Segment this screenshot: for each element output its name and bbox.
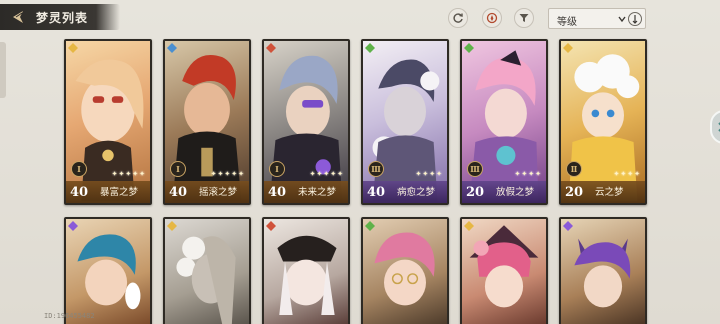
card-level: 40 <box>70 185 89 200</box>
user-id-label: ID:196455482 <box>44 312 95 320</box>
element-icon <box>266 221 276 231</box>
floating-assist-button[interactable] <box>710 110 720 144</box>
element-icon <box>68 221 78 231</box>
page-title: 梦灵列表 <box>36 11 89 25</box>
card-11[interactable] <box>559 217 647 324</box>
card-8[interactable] <box>262 217 350 324</box>
element-icon <box>563 221 573 231</box>
card-4[interactable]: Ⅲ ✦✦✦✦ 20 放假之梦 <box>460 39 548 205</box>
card-5[interactable]: Ⅱ ✦✦✦✦ 20 云之梦 <box>559 39 647 205</box>
sort-select[interactable]: 等级 <box>548 8 646 29</box>
card-name: 未来之梦 <box>298 187 337 198</box>
rank-badge: Ⅱ <box>566 161 582 177</box>
element-icon <box>464 43 474 53</box>
character-portrait <box>172 54 242 202</box>
card-level: 20 <box>565 185 584 200</box>
character-portrait <box>77 234 141 310</box>
rank-badge: Ⅰ <box>269 161 285 177</box>
card-name: 病愈之梦 <box>397 187 436 198</box>
side-panel-handle[interactable] <box>0 42 6 98</box>
rank-badge: Ⅲ <box>467 161 483 177</box>
sort-direction-toggle[interactable] <box>628 12 642 26</box>
filter-button[interactable] <box>514 8 534 28</box>
card-name: 摇滚之梦 <box>199 187 238 198</box>
element-icon <box>68 43 78 53</box>
refresh-button[interactable] <box>448 8 468 28</box>
card-stars: ✦✦✦✦✦ <box>309 170 344 178</box>
refresh-icon <box>453 13 463 23</box>
rank-badge: Ⅰ <box>71 161 87 177</box>
card-0[interactable]: Ⅰ ✦✦✦✦✦ 40 暴富之梦 <box>64 39 152 205</box>
character-portrait <box>277 235 337 315</box>
funnel-filter-icon <box>519 14 529 22</box>
sort-direction-icon <box>632 15 638 24</box>
element-icon <box>365 43 375 53</box>
character-portrait <box>75 59 144 202</box>
card-9[interactable] <box>361 217 449 324</box>
character-portrait <box>568 54 640 202</box>
card-level: 40 <box>367 185 386 200</box>
element-filter-icon <box>486 12 498 24</box>
card-stars: ✦✦✦✦✦ <box>210 170 245 178</box>
back-arrow-icon <box>13 11 23 23</box>
element-icon <box>266 43 276 53</box>
card-name: 云之梦 <box>595 187 624 198</box>
character-portrait <box>269 55 343 202</box>
character-portrait <box>176 236 236 324</box>
card-10[interactable] <box>460 217 548 324</box>
card-stars: ✦✦✦✦✦ <box>111 170 146 178</box>
card-2[interactable]: Ⅰ ✦✦✦✦✦ 40 未来之梦 <box>262 39 350 205</box>
card-stars: ✦✦✦✦ <box>514 170 542 178</box>
element-icon <box>365 221 375 231</box>
card-level: 20 <box>466 185 485 200</box>
card-stars: ✦✦✦✦ <box>415 170 443 178</box>
card-level: 40 <box>169 185 188 200</box>
sort-selected-value: 等级 <box>557 17 577 28</box>
element-icon <box>563 43 573 53</box>
rank-badge: Ⅰ <box>170 161 186 177</box>
character-portrait <box>374 232 435 306</box>
element-icon <box>167 221 177 231</box>
element-icon <box>464 221 474 231</box>
back-button[interactable]: 梦灵列表 <box>0 4 120 30</box>
card-name: 暴富之梦 <box>100 187 139 198</box>
rank-badge: Ⅲ <box>368 161 384 177</box>
card-level: 40 <box>268 185 287 200</box>
card-stars: ✦✦✦✦ <box>613 170 641 178</box>
card-1[interactable]: Ⅰ ✦✦✦✦✦ 40 摇滚之梦 <box>163 39 251 205</box>
chevron-down-icon <box>618 16 626 23</box>
card-3[interactable]: Ⅲ ✦✦✦✦ 40 病愈之梦 <box>361 39 449 205</box>
character-portrait <box>372 59 440 202</box>
element-icon <box>167 43 177 53</box>
character-portrait <box>469 225 539 308</box>
card-6[interactable] <box>64 217 152 324</box>
character-portrait <box>574 238 631 308</box>
element-filter-button[interactable] <box>482 8 502 28</box>
chevron-right-icon <box>718 122 720 132</box>
card-7[interactable] <box>163 217 251 324</box>
card-name: 放假之梦 <box>496 187 535 198</box>
character-portrait <box>469 50 539 202</box>
